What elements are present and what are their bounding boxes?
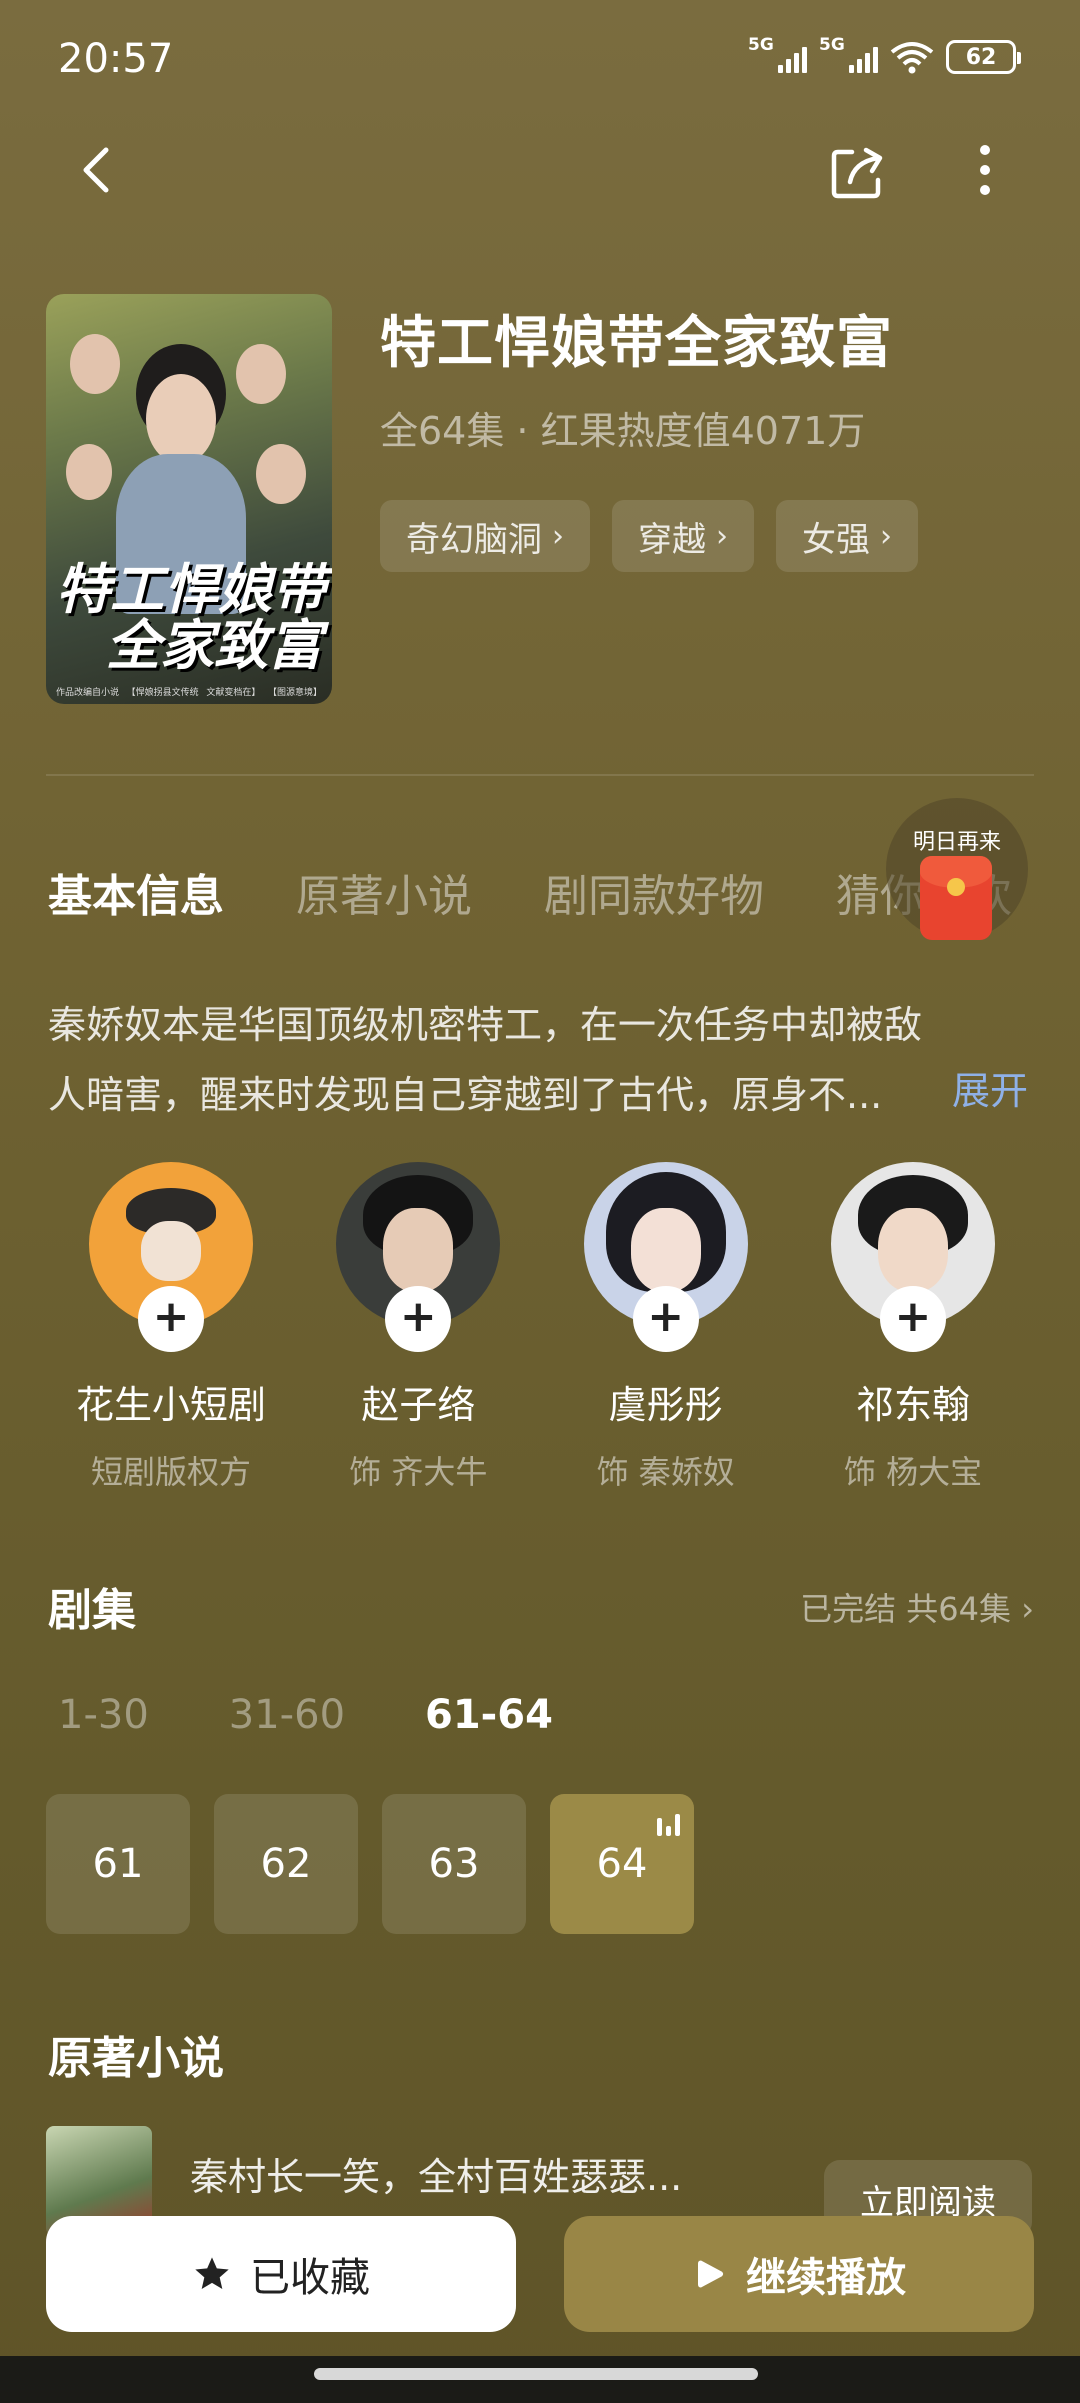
genre-tag[interactable]: 穿越 ›	[612, 500, 754, 572]
share-icon[interactable]	[828, 144, 888, 204]
chevron-right-icon: ›	[716, 518, 728, 554]
cast-name: 花生小短剧	[75, 1383, 266, 1427]
chevron-right-icon: ›	[880, 518, 892, 554]
cover-credits: 作品改编自小说 【悍娘拐县文传统 文献变档在】 【图源意境】	[56, 688, 322, 698]
cast-role: 饰 齐大牛	[349, 1453, 488, 1491]
back-icon[interactable]	[70, 140, 130, 200]
cover-title-art: 特工悍娘带 全家致富	[56, 556, 326, 678]
genre-tag[interactable]: 女强 ›	[776, 500, 918, 572]
episode-button-current[interactable]: 64	[550, 1794, 694, 1934]
cast-role: 饰 杨大宝	[843, 1453, 983, 1491]
cast-role: 饰 秦娇奴	[596, 1453, 735, 1491]
follow-button[interactable]: +	[632, 1286, 699, 1352]
cast-item[interactable]: + 虞彤彤 饰 秦娇奴	[543, 1162, 789, 1493]
wifi-icon	[890, 42, 934, 74]
episode-button[interactable]: 62	[214, 1794, 358, 1934]
episode-ranges: 1-30 31-60 61-64	[58, 1692, 553, 1738]
tab-original-novel[interactable]: 原著小说	[296, 860, 472, 924]
follow-button[interactable]: +	[138, 1286, 204, 1352]
divider	[46, 774, 1034, 776]
home-indicator[interactable]	[314, 2368, 758, 2380]
plus-icon: +	[152, 1291, 190, 1342]
novel-section-title: 原著小说	[48, 2033, 224, 2084]
tab-basic-info[interactable]: 基本信息	[48, 860, 224, 924]
cast-name: 赵子络	[361, 1383, 476, 1427]
range-tab[interactable]: 31-60	[229, 1692, 345, 1738]
cast-name: 祁东翰	[855, 1383, 970, 1427]
signal-icon: 5G	[819, 35, 878, 73]
detail-tabs: 基本信息 原著小说 剧同款好物 猜你喜欢	[48, 860, 1012, 924]
avatar[interactable]: +	[583, 1162, 748, 1352]
signal-icon: 5G	[748, 35, 807, 73]
episode-button[interactable]: 63	[382, 1794, 526, 1934]
red-envelope-icon	[920, 856, 992, 940]
red-packet-label: 明日再来	[912, 830, 1001, 855]
expand-link[interactable]: 展开	[952, 1060, 1028, 1115]
drama-cover[interactable]: 特工悍娘带 全家致富 作品改编自小说 【悍娘拐县文传统 文献变档在】 【图源意境…	[46, 294, 332, 704]
star-icon	[195, 2257, 229, 2289]
avatar[interactable]: +	[89, 1162, 253, 1352]
cast-item[interactable]: + 祁东翰 饰 杨大宝	[790, 1162, 1036, 1493]
now-playing-icon	[657, 1810, 680, 1836]
cast-item[interactable]: + 赵子络 饰 齐大牛	[295, 1162, 541, 1493]
plus-icon: +	[399, 1291, 437, 1342]
synopsis-text: 秦娇奴本是华国顶级机密特工，在一次任务中却被敌人暗害，醒来时发现自己穿越到了古代…	[48, 1003, 923, 1117]
avatar[interactable]: +	[830, 1162, 995, 1352]
battery-icon: 62	[946, 40, 1021, 74]
chevron-right-icon: ›	[552, 518, 564, 554]
episode-grid: 61 62 63 64	[46, 1794, 694, 1934]
favorite-button[interactable]: 已收藏	[46, 2216, 516, 2332]
follow-button[interactable]: +	[879, 1286, 946, 1352]
cast-name: 虞彤彤	[608, 1383, 723, 1427]
episodes-title: 剧集	[48, 1585, 136, 1636]
drama-title: 特工悍娘带全家致富	[380, 311, 893, 376]
cast-item[interactable]: + 花生小短剧 短剧版权方	[48, 1162, 294, 1493]
play-icon	[698, 2260, 724, 2288]
novel-excerpt: 秦村长一笑，全村百姓瑟瑟...	[190, 2155, 683, 2199]
plus-icon: +	[894, 1291, 932, 1342]
red-packet-widget[interactable]: 明日再来	[886, 798, 1028, 940]
genre-tags: 奇幻脑洞 › 穿越 › 女强 ›	[380, 500, 918, 572]
range-tab[interactable]: 61-64	[425, 1692, 553, 1738]
episode-button[interactable]: 61	[46, 1794, 190, 1934]
tab-products[interactable]: 剧同款好物	[544, 860, 764, 924]
status-icons: 5G 5G 62	[748, 35, 1021, 74]
drama-meta: 全64集 · 红果热度值4071万	[380, 409, 866, 453]
chevron-right-icon: ›	[1011, 1590, 1034, 1628]
status-time: 20:57	[58, 36, 174, 82]
cast-list: + 花生小短剧 短剧版权方 + 赵子络 饰 齐大牛 + 虞彤彤 饰 秦娇奴 + …	[48, 1162, 1036, 1493]
follow-button[interactable]: +	[385, 1286, 452, 1352]
cast-role: 短剧版权方	[90, 1453, 251, 1491]
more-vertical-icon[interactable]	[960, 140, 1010, 200]
avatar[interactable]: +	[336, 1162, 501, 1352]
genre-tag[interactable]: 奇幻脑洞 ›	[380, 500, 590, 572]
episodes-status-link[interactable]: 已完结 共64集 ›	[800, 1584, 1034, 1630]
continue-play-button[interactable]: 继续播放	[564, 2216, 1034, 2332]
plus-icon: +	[647, 1291, 685, 1342]
range-tab[interactable]: 1-30	[58, 1692, 149, 1738]
